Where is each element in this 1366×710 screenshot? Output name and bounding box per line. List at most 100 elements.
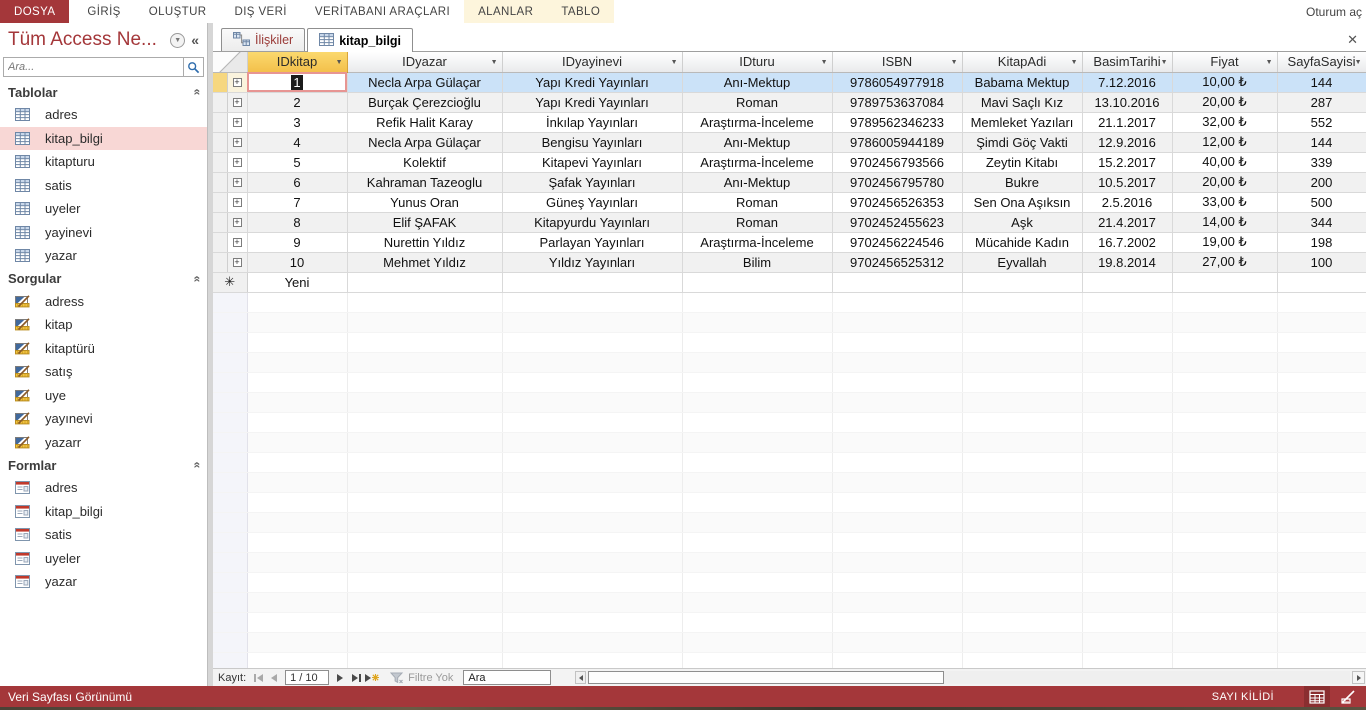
data-cell[interactable]: Kahraman Tazeoglu [347, 172, 502, 192]
data-cell[interactable] [1172, 272, 1277, 292]
plus-expand-icon[interactable]: + [233, 178, 242, 187]
nav-item-kitapturu[interactable]: kitapturu [0, 150, 207, 174]
plus-expand-icon[interactable]: + [233, 78, 242, 87]
data-cell[interactable]: 500 [1277, 192, 1366, 212]
data-cell[interactable]: Bilim [682, 252, 832, 272]
nav-item-satis[interactable]: satis [0, 174, 207, 198]
data-cell[interactable]: 9 [247, 232, 347, 252]
nav-item-adress[interactable]: adress [0, 290, 207, 314]
column-header-kitapadi[interactable]: KitapAdi▼ [962, 52, 1082, 72]
plus-expand-icon[interactable]: + [233, 98, 242, 107]
data-cell[interactable] [502, 272, 682, 292]
data-cell[interactable]: 339 [1277, 152, 1366, 172]
data-cell[interactable]: Refik Halit Karay [347, 112, 502, 132]
data-cell[interactable]: 13.10.2016 [1082, 92, 1172, 112]
document-tab-kitap_bilgi[interactable]: kitap_bilgi [307, 28, 413, 52]
data-cell[interactable]: 9786005944189 [832, 132, 962, 152]
data-cell[interactable]: 21.1.2017 [1082, 112, 1172, 132]
data-cell[interactable]: 19,00 ₺ [1172, 232, 1277, 252]
new-record-button[interactable] [364, 671, 380, 685]
last-record-button[interactable] [348, 671, 364, 685]
plus-expand-icon[interactable]: + [233, 138, 242, 147]
data-cell[interactable]: Araştırma-İnceleme [682, 112, 832, 132]
data-cell[interactable]: Güneş Yayınları [502, 192, 682, 212]
first-record-button[interactable] [250, 671, 266, 685]
data-cell[interactable]: 15.2.2017 [1082, 152, 1172, 172]
column-header-idkitap[interactable]: IDkitap▼ [247, 52, 347, 72]
data-cell[interactable]: 144 [1277, 132, 1366, 152]
plus-expand-icon[interactable]: + [233, 238, 242, 247]
data-cell[interactable]: 20,00 ₺ [1172, 92, 1277, 112]
chevron-down-icon[interactable]: ▼ [821, 59, 828, 66]
nav-item-adres[interactable]: adres [0, 103, 207, 127]
data-cell[interactable]: Araştırma-İnceleme [682, 232, 832, 252]
sign-in-link[interactable]: Oturum aç [1304, 0, 1364, 23]
column-header-sayfasayisi[interactable]: SayfaSayisi▼ [1277, 52, 1366, 72]
data-cell[interactable]: 10.5.2017 [1082, 172, 1172, 192]
chevron-down-icon[interactable]: ▼ [1161, 59, 1168, 66]
chevron-up-icon[interactable]: « [191, 89, 205, 96]
ribbon-tab-di-veri-[interactable]: DIŞ VERİ [221, 0, 301, 23]
data-cell[interactable]: 16.7.2002 [1082, 232, 1172, 252]
data-cell[interactable]: Mücahide Kadın [962, 232, 1082, 252]
data-cell[interactable] [1277, 272, 1366, 292]
column-header-idyazar[interactable]: IDyazar▼ [347, 52, 502, 72]
row-selector[interactable] [213, 92, 227, 112]
row-selector[interactable] [213, 112, 227, 132]
nav-item-satış[interactable]: satış [0, 360, 207, 384]
row-selector[interactable] [213, 252, 227, 272]
nav-item-adres[interactable]: adres [0, 476, 207, 500]
row-selector[interactable] [213, 192, 227, 212]
data-cell[interactable]: 3 [247, 112, 347, 132]
data-cell[interactable]: 12,00 ₺ [1172, 132, 1277, 152]
new-record-label-cell[interactable]: Yeni [247, 272, 347, 292]
data-cell[interactable]: Memleket Yazıları [962, 112, 1082, 132]
previous-record-button[interactable] [266, 671, 282, 685]
data-cell[interactable]: 32,00 ₺ [1172, 112, 1277, 132]
data-cell[interactable]: 200 [1277, 172, 1366, 192]
chevron-up-icon[interactable]: « [191, 462, 205, 469]
nav-item-yayınevi[interactable]: yayınevi [0, 407, 207, 431]
nav-pane-title[interactable]: Tüm Access Ne... [8, 29, 170, 51]
data-cell[interactable]: Şimdi Göç Vakti [962, 132, 1082, 152]
column-header-basimtarihi[interactable]: BasimTarihi▼ [1082, 52, 1172, 72]
ribbon-tab-veri-tabani-ara-lari[interactable]: VERİTABANI ARAÇLARI [301, 0, 464, 23]
nav-item-yazar[interactable]: yazar [0, 244, 207, 268]
select-all-cell[interactable] [213, 52, 247, 72]
column-header-idyayinevi[interactable]: IDyayinevi▼ [502, 52, 682, 72]
nav-group-tablolar[interactable]: Tablolar« [0, 81, 207, 103]
data-cell[interactable]: 19.8.2014 [1082, 252, 1172, 272]
data-cell[interactable]: 20,00 ₺ [1172, 172, 1277, 192]
plus-expand-icon[interactable]: + [233, 258, 242, 267]
data-cell[interactable]: Anı-Mektup [682, 172, 832, 192]
data-cell[interactable]: 9786054977918 [832, 72, 962, 92]
nav-item-kitap_bilgi[interactable]: kitap_bilgi [0, 127, 207, 151]
data-cell[interactable]: Elif ŞAFAK [347, 212, 502, 232]
ribbon-tab-olu-tur[interactable]: OLUŞTUR [135, 0, 221, 23]
plus-expand-icon[interactable]: + [233, 198, 242, 207]
nav-item-yazar[interactable]: yazar [0, 570, 207, 594]
nav-search-input[interactable] [4, 58, 183, 76]
row-selector[interactable] [213, 172, 227, 192]
data-cell[interactable]: Yıldız Yayınları [502, 252, 682, 272]
data-cell[interactable]: Kolektif [347, 152, 502, 172]
data-cell[interactable]: 198 [1277, 232, 1366, 252]
data-cell[interactable]: Zeytin Kitabı [962, 152, 1082, 172]
data-cell[interactable]: Aşk [962, 212, 1082, 232]
data-cell[interactable]: 9702456526353 [832, 192, 962, 212]
nav-item-kitaptürü[interactable]: kitaptürü [0, 337, 207, 361]
data-cell[interactable]: Araştırma-İnceleme [682, 152, 832, 172]
chevron-down-icon[interactable]: ▼ [1355, 59, 1362, 66]
data-cell[interactable]: 144 [1277, 72, 1366, 92]
data-cell[interactable]: 9702456793566 [832, 152, 962, 172]
new-record-marker[interactable]: ✳ [213, 272, 247, 292]
ribbon-tab-tablo[interactable]: TABLO [547, 0, 614, 23]
row-selector[interactable] [213, 72, 227, 92]
row-selector[interactable] [213, 152, 227, 172]
data-cell[interactable]: Sen Ona Aşıksın [962, 192, 1082, 212]
data-cell[interactable]: Kitapevi Yayınları [502, 152, 682, 172]
data-cell[interactable]: Nurettin Yıldız [347, 232, 502, 252]
data-cell[interactable]: 40,00 ₺ [1172, 152, 1277, 172]
data-cell[interactable]: Bukre [962, 172, 1082, 192]
data-cell[interactable]: İnkılap Yayınları [502, 112, 682, 132]
